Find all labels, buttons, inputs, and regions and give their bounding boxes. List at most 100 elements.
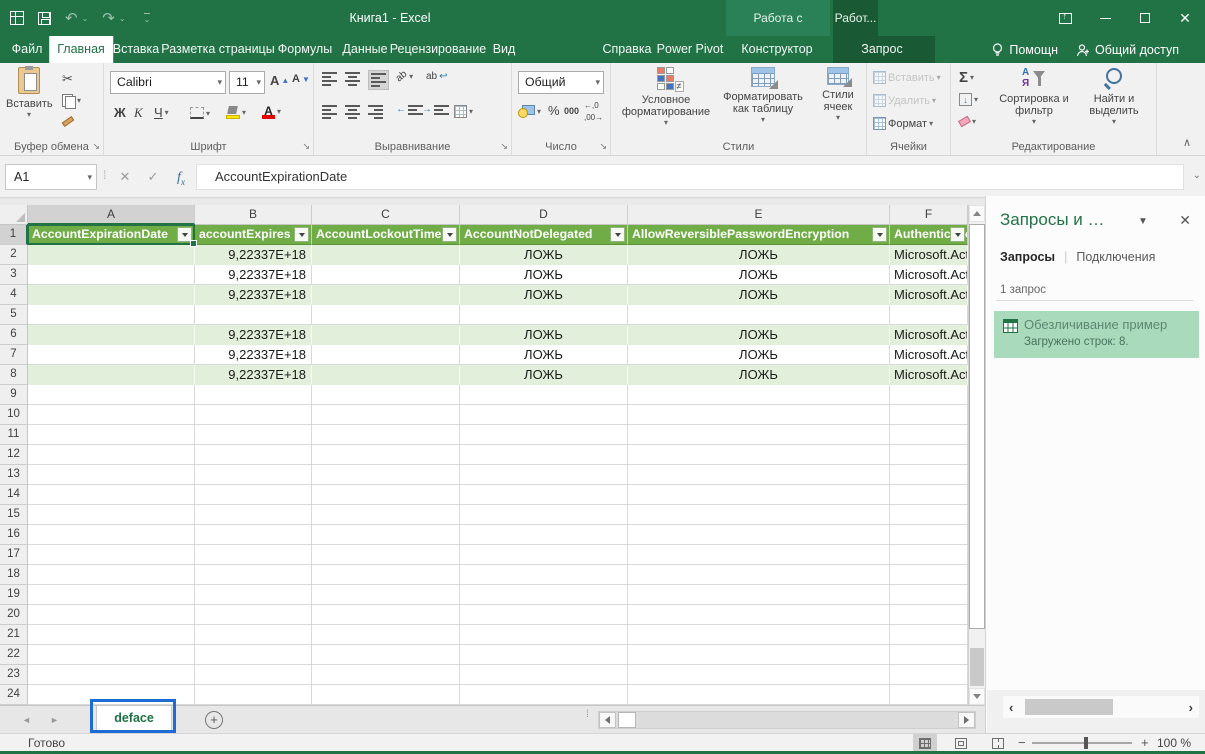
sheet-nav-prev-icon[interactable]: ◄: [22, 715, 31, 725]
row-header-11[interactable]: 11: [0, 425, 28, 445]
expand-formula-bar-icon[interactable]: ⌄: [1193, 170, 1201, 181]
row-header-9[interactable]: 9: [0, 385, 28, 405]
cell-A10[interactable]: [28, 405, 195, 425]
cell-F8[interactable]: Microsoft.Act: [890, 365, 968, 385]
clipboard-dialog-launcher-icon[interactable]: ↘: [92, 141, 100, 152]
scroll-left-icon[interactable]: [599, 712, 616, 728]
column-header-F[interactable]: F: [890, 205, 968, 225]
cell-B12[interactable]: [195, 445, 312, 465]
query-list-item[interactable]: Обезличивание пример Загружено строк: 8.: [994, 311, 1199, 358]
tab-queries[interactable]: Запросы: [1000, 250, 1055, 264]
cell-B24[interactable]: [195, 685, 312, 705]
decrease-decimal-button[interactable]: ,00→: [584, 113, 603, 122]
cell-F12[interactable]: [890, 445, 968, 465]
cell-E19[interactable]: [628, 585, 890, 605]
tab-connections[interactable]: Подключения: [1076, 250, 1155, 264]
vertical-scrollbar[interactable]: [968, 205, 985, 705]
cell-B21[interactable]: [195, 625, 312, 645]
row-header-21[interactable]: 21: [0, 625, 28, 645]
cell-F16[interactable]: [890, 525, 968, 545]
cell-C4[interactable]: [312, 285, 460, 305]
cell-F2[interactable]: Microsoft.Act: [890, 245, 968, 265]
insert-function-icon[interactable]: fx: [168, 164, 194, 190]
cell-A11[interactable]: [28, 425, 195, 445]
cell-F9[interactable]: [890, 385, 968, 405]
cell-D22[interactable]: [460, 645, 628, 665]
cell-F18[interactable]: [890, 565, 968, 585]
cell-D3[interactable]: ЛОЖЬ: [460, 265, 628, 285]
cell-A16[interactable]: [28, 525, 195, 545]
number-format-combo[interactable]: Общий: [518, 71, 604, 94]
horizontal-scrollbar[interactable]: [598, 711, 976, 729]
row-header-24[interactable]: 24: [0, 685, 28, 705]
cell-C15[interactable]: [312, 505, 460, 525]
cell-F11[interactable]: [890, 425, 968, 445]
cell-D19[interactable]: [460, 585, 628, 605]
cell-B5[interactable]: [195, 305, 312, 325]
cell-E16[interactable]: [628, 525, 890, 545]
cell-F21[interactable]: [890, 625, 968, 645]
cell-E12[interactable]: [628, 445, 890, 465]
cell-A13[interactable]: [28, 465, 195, 485]
zoom-slider[interactable]: [1032, 742, 1132, 744]
cell-B2[interactable]: 9,22337E+18: [195, 245, 312, 265]
cell-A20[interactable]: [28, 605, 195, 625]
cell-C20[interactable]: [312, 605, 460, 625]
cell-B3[interactable]: 9,22337E+18: [195, 265, 312, 285]
cell-D20[interactable]: [460, 605, 628, 625]
zoom-out-icon[interactable]: −: [1018, 735, 1026, 750]
ribbon-tab-главная[interactable]: Главная: [49, 36, 113, 63]
accounting-format-button[interactable]: ▾: [518, 105, 541, 118]
cell-A6[interactable]: [28, 325, 195, 345]
cell-F4[interactable]: Microsoft.Act: [890, 285, 968, 305]
cell-A21[interactable]: [28, 625, 195, 645]
cell-F3[interactable]: Microsoft.Act: [890, 265, 968, 285]
cell-E8[interactable]: ЛОЖЬ: [628, 365, 890, 385]
percent-button[interactable]: %: [548, 103, 560, 118]
customize-qat-icon[interactable]: ⌄: [144, 13, 151, 24]
cell-C22[interactable]: [312, 645, 460, 665]
cell-D7[interactable]: ЛОЖЬ: [460, 345, 628, 365]
cell-F10[interactable]: [890, 405, 968, 425]
row-header-13[interactable]: 13: [0, 465, 28, 485]
cancel-icon[interactable]: ✕: [112, 164, 138, 190]
sheet-nav-next-icon[interactable]: ►: [50, 715, 59, 725]
cell-D1[interactable]: AccountNotDelegated: [460, 225, 628, 245]
cell-E22[interactable]: [628, 645, 890, 665]
cell-E21[interactable]: [628, 625, 890, 645]
cell-A15[interactable]: [28, 505, 195, 525]
cell-B11[interactable]: [195, 425, 312, 445]
cell-C2[interactable]: [312, 245, 460, 265]
undo-icon[interactable]: ↶: [65, 9, 78, 27]
cell-C18[interactable]: [312, 565, 460, 585]
row-header-1[interactable]: 1: [0, 225, 28, 245]
cell-E24[interactable]: [628, 685, 890, 705]
cell-C16[interactable]: [312, 525, 460, 545]
cell-A18[interactable]: [28, 565, 195, 585]
fill-color-button[interactable]: ▾: [226, 106, 246, 119]
font-name-combo[interactable]: Calibri: [110, 71, 226, 94]
cell-A19[interactable]: [28, 585, 195, 605]
minimize-icon[interactable]: [1085, 0, 1125, 36]
scroll-up-icon[interactable]: [969, 205, 985, 222]
redo-dropdown-icon[interactable]: ⌄: [119, 14, 126, 23]
cell-B13[interactable]: [195, 465, 312, 485]
cell-B8[interactable]: 9,22337E+18: [195, 365, 312, 385]
cell-B4[interactable]: 9,22337E+18: [195, 285, 312, 305]
cell-C6[interactable]: [312, 325, 460, 345]
cell-E13[interactable]: [628, 465, 890, 485]
zoom-level-label[interactable]: 100 %: [1157, 736, 1191, 750]
ribbon-tab-вид[interactable]: Вид: [485, 36, 524, 63]
increase-indent-button[interactable]: →: [422, 104, 444, 115]
filter-dropdown-icon-B[interactable]: [294, 227, 309, 242]
cell-E2[interactable]: ЛОЖЬ: [628, 245, 890, 265]
cell-E3[interactable]: ЛОЖЬ: [628, 265, 890, 285]
cell-A2[interactable]: [28, 245, 195, 265]
font-size-combo[interactable]: 11: [229, 71, 265, 94]
cell-D5[interactable]: [460, 305, 628, 325]
cell-D6[interactable]: ЛОЖЬ: [460, 325, 628, 345]
cell-E17[interactable]: [628, 545, 890, 565]
cell-A3[interactable]: [28, 265, 195, 285]
cell-A1[interactable]: AccountExpirationDate: [28, 225, 195, 245]
cell-E5[interactable]: [628, 305, 890, 325]
